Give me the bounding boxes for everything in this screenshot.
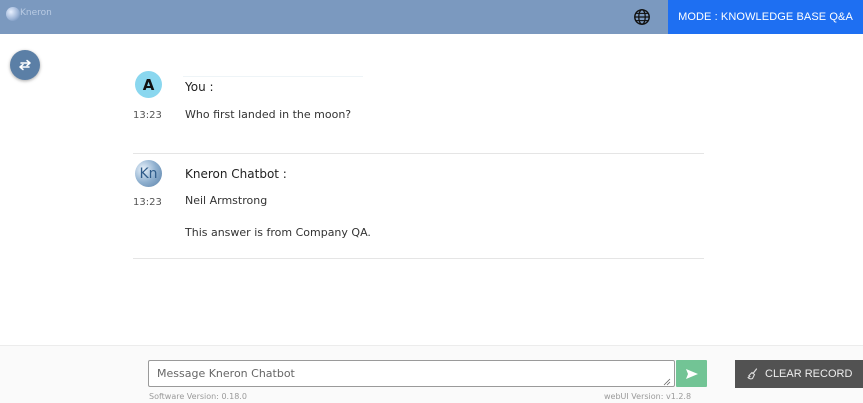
top-bar: Kneron MODE : KNOWLEDGE BASE Q&A xyxy=(0,0,863,34)
resize-grip-icon[interactable] xyxy=(663,378,671,386)
message-time: 13:23 xyxy=(133,197,162,208)
clear-record-label: CLEAR RECORD xyxy=(765,368,853,380)
composer-bar: CLEAR RECORD Software Version: 0.18.0 we… xyxy=(0,345,863,403)
webui-version: webUI Version: v1.2.8 xyxy=(604,392,692,401)
clear-record-button[interactable]: CLEAR RECORD xyxy=(735,360,863,388)
broom-icon xyxy=(747,368,759,380)
logo xyxy=(6,7,20,21)
sender-name: Kneron Chatbot : xyxy=(185,167,287,181)
message-text: Who first landed in the moon? xyxy=(185,108,352,121)
message-time: 13:23 xyxy=(133,110,162,121)
globe-icon[interactable] xyxy=(633,8,651,26)
message-text: This answer is from Company QA. xyxy=(185,226,371,239)
chat-message-bot: Kn Kneron Chatbot : 13:23 Neil Armstrong… xyxy=(133,154,704,259)
swap-arrows-icon xyxy=(19,59,31,71)
divider xyxy=(183,76,363,77)
send-arrow-icon xyxy=(685,368,698,379)
swap-button[interactable] xyxy=(10,50,40,80)
avatar: Kn xyxy=(135,160,162,187)
message-text: Neil Armstrong xyxy=(185,194,268,207)
message-input[interactable] xyxy=(148,360,675,387)
avatar: A xyxy=(135,71,162,98)
send-button[interactable] xyxy=(676,360,707,387)
chat-message-user: A You : 13:23 Who first landed in the mo… xyxy=(133,67,704,154)
mode-button[interactable]: MODE : KNOWLEDGE BASE Q&A xyxy=(668,0,863,34)
sender-name: You : xyxy=(185,80,214,94)
software-version: Software Version: 0.18.0 xyxy=(149,392,247,401)
logo-text: Kneron xyxy=(20,8,52,18)
